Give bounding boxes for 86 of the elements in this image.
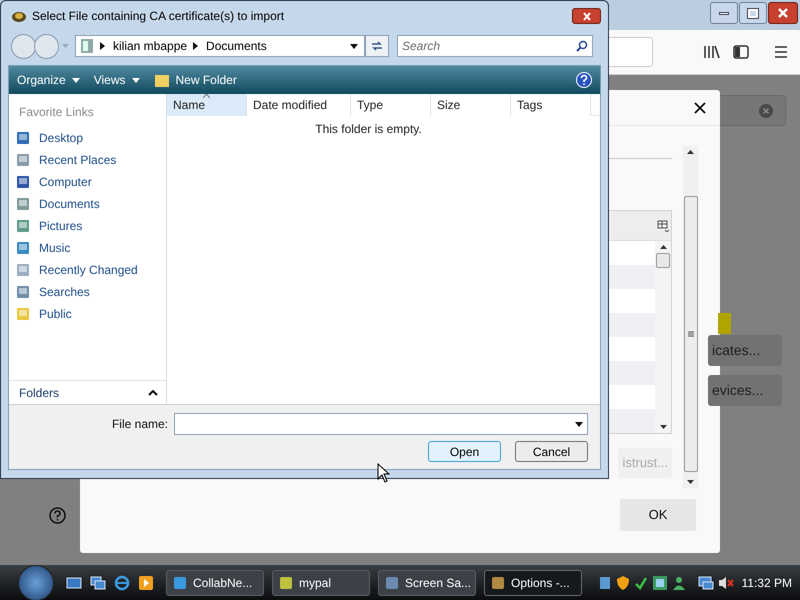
person-icon[interactable] [672, 574, 686, 590]
restore-button[interactable] [739, 2, 767, 24]
caret-icon [132, 78, 140, 82]
favorite-link[interactable]: Computer [9, 171, 166, 193]
toolbar-button[interactable]: Views [94, 71, 144, 89]
folder-icon [80, 38, 94, 54]
empty-message: This folder is empty. [315, 121, 422, 138]
help-icon[interactable] [49, 507, 66, 524]
field-label: File name: [112, 416, 168, 433]
close-icon [582, 12, 592, 20]
column-header[interactable]: Type [351, 94, 431, 116]
close-icon [777, 7, 789, 19]
shield-icon[interactable] [616, 574, 630, 590]
app-icon [491, 576, 505, 590]
grip-icon [688, 331, 694, 337]
windows-icon[interactable] [90, 574, 106, 590]
taskbar-button[interactable]: mypal [272, 570, 370, 596]
search-icon[interactable] [576, 40, 588, 52]
taskbar-button[interactable]: Options -... [484, 570, 582, 596]
scroll-down-icon[interactable] [687, 480, 694, 484]
breadcrumb-item[interactable]: kilian mbappe [113, 37, 188, 55]
chevron-icon [148, 390, 158, 396]
scroll-down-icon[interactable] [660, 425, 666, 429]
dialog-scrollbar[interactable] [683, 146, 698, 488]
browser-icon[interactable] [114, 574, 130, 590]
column-header[interactable]: Name [167, 94, 247, 116]
media-player-icon[interactable] [138, 574, 154, 590]
address-bar[interactable]: kilian mbappe Documents [75, 35, 365, 57]
menu-icon[interactable] [774, 45, 788, 59]
list-scrollbar[interactable] [655, 241, 671, 433]
taskbar-button[interactable]: Screen Sa... [378, 570, 476, 596]
scrollbar-thumb[interactable] [684, 196, 698, 472]
search-field[interactable]: Search [397, 35, 593, 57]
clock[interactable]: 11:32 PM [742, 574, 792, 592]
favorite-link[interactable]: Pictures [9, 215, 166, 237]
dropdown-icon[interactable] [575, 422, 583, 426]
app-icon [279, 576, 293, 590]
breadcrumb-item[interactable]: Documents [206, 37, 267, 55]
dialog-button[interactable]: Cancel [515, 441, 588, 462]
dialog-button[interactable]: Open [428, 441, 501, 462]
taskbar-button[interactable]: CollabNe... [166, 570, 264, 596]
start-button[interactable] [18, 564, 54, 600]
close-button[interactable] [768, 2, 798, 24]
column-header[interactable]: Size [431, 94, 511, 116]
close-icon[interactable] [694, 102, 706, 114]
mouse-pointer-icon [377, 463, 390, 483]
app-icon [173, 576, 187, 590]
favorite-link[interactable]: Recent Places [9, 149, 166, 171]
favorite-link[interactable]: Recently Changed [9, 259, 166, 281]
column-header[interactable]: Tags [511, 94, 591, 116]
favorite-link[interactable]: Desktop [9, 127, 166, 149]
chevron-icon [193, 42, 198, 50]
dropdown-icon[interactable] [350, 44, 358, 48]
folders-toggle[interactable]: Folders [9, 380, 166, 404]
column-header[interactable]: Date modified [247, 94, 351, 116]
minimize-button[interactable] [710, 2, 738, 24]
caret-icon [72, 78, 80, 82]
highlight-bar [718, 313, 731, 334]
ok-button[interactable]: OK [620, 499, 696, 531]
monitor-icon[interactable] [698, 574, 714, 590]
sidebar-icon[interactable] [733, 44, 749, 60]
scroll-up-icon[interactable] [660, 245, 666, 249]
muted-speaker-icon[interactable] [718, 574, 734, 590]
section-heading: Favorite Links [18, 104, 95, 121]
clear-icon[interactable] [759, 104, 773, 118]
chevron-icon [100, 42, 105, 50]
app-icon [385, 576, 399, 590]
favorite-link[interactable]: Documents [9, 193, 166, 215]
column-picker-icon[interactable] [657, 220, 669, 232]
close-button[interactable] [572, 8, 601, 24]
grid-icon[interactable] [652, 574, 668, 590]
toolbar-button[interactable]: Organize [17, 71, 84, 89]
checkmark-icon[interactable] [634, 574, 648, 590]
refresh-button[interactable] [365, 35, 389, 57]
favorite-link[interactable]: Searches [9, 281, 166, 303]
scroll-up-icon[interactable] [687, 150, 694, 154]
folder-icon [154, 72, 170, 88]
toolbar-button[interactable]: New Folder [154, 71, 241, 89]
window-title: Select File containing CA certificate(s) to import [32, 8, 284, 25]
app-icon [11, 9, 27, 23]
favorite-link[interactable]: Music [9, 237, 166, 259]
favorite-link[interactable]: Public [9, 303, 166, 325]
scrollbar-thumb[interactable] [656, 253, 670, 268]
library-icon[interactable] [703, 44, 721, 60]
refresh-icon [370, 40, 384, 52]
file-name-field[interactable] [174, 413, 588, 435]
